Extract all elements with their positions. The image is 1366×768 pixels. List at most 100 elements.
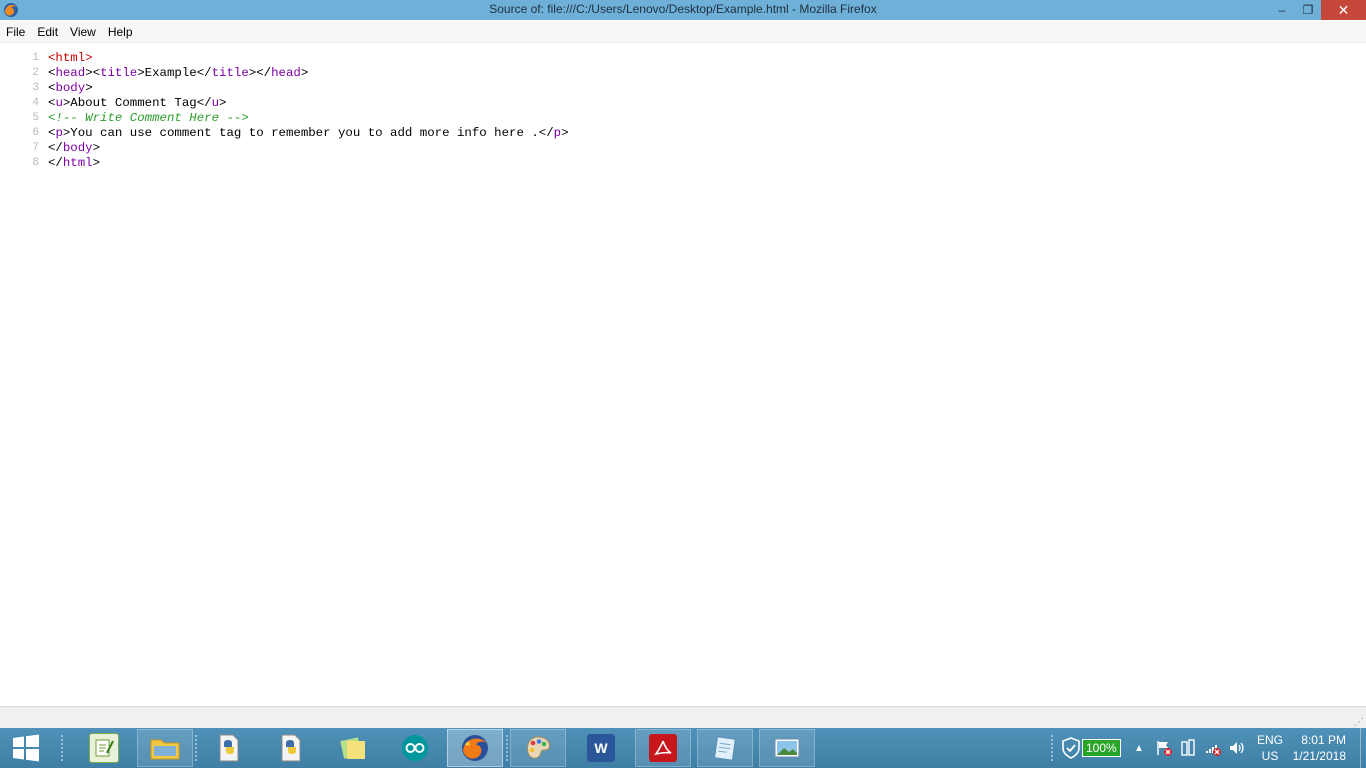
taskbar-paint[interactable] [510, 729, 566, 767]
code-token: <!-- Write Comment Here --> [48, 111, 249, 125]
sticky-notes-icon [340, 737, 365, 759]
code-token: u [55, 96, 63, 110]
line-number: 1 [32, 52, 39, 64]
line-code: <!-- Write Comment Here --> [48, 111, 249, 126]
windows-logo-icon [13, 734, 39, 762]
minimize-button[interactable]: – [1269, 0, 1295, 20]
usb-device-icon[interactable] [1180, 728, 1196, 768]
code-token: >Example</ [137, 66, 212, 80]
line-code: <head><title>Example</title></head> [48, 66, 308, 81]
taskbar-acrobat[interactable] [635, 729, 691, 767]
code-token: title [100, 66, 138, 80]
line-number: 7 [32, 142, 39, 154]
menu-help[interactable]: Help [102, 25, 139, 39]
source-line: 4 <u>About Comment Tag</u> [0, 96, 1366, 111]
taskbar-sticky-notes[interactable] [325, 729, 381, 767]
source-line: 2 <head><title>Example</title></head> [0, 66, 1366, 81]
word-icon: W [587, 734, 615, 762]
source-line: 5 <!-- Write Comment Here --> [0, 111, 1366, 126]
code-token: >You can use comment tag to remember you… [62, 126, 554, 140]
code-token: p [553, 126, 562, 140]
taskbar-python-1[interactable] [201, 729, 257, 767]
battery-indicator[interactable]: 100% [1082, 728, 1121, 768]
language-indicator[interactable]: ENG US [1256, 728, 1284, 768]
clock-time: 8:01 PM [1301, 733, 1346, 747]
line-number: 3 [32, 82, 39, 94]
word-icon-letter: W [594, 740, 608, 756]
taskbar-photos[interactable] [759, 729, 815, 767]
region-code: US [1261, 749, 1279, 763]
python-file-icon [281, 734, 301, 762]
line-number: 6 [32, 127, 39, 139]
source-line: 7 </body> [0, 141, 1366, 156]
flag-error-icon[interactable] [1155, 728, 1173, 768]
battery-shield[interactable] [1062, 728, 1080, 768]
menu-file[interactable]: File [0, 25, 31, 39]
line-code: </body> [48, 141, 100, 156]
taskbar-word[interactable]: W [573, 729, 629, 767]
title-bar: Source of: file:///C:/Users/Lenovo/Deskt… [0, 0, 1366, 20]
code-token: head [55, 66, 86, 80]
code-token: </ [48, 141, 63, 155]
firefox-icon [462, 735, 488, 761]
close-button[interactable]: ✕ [1321, 0, 1366, 20]
menu-view[interactable]: View [64, 25, 102, 39]
taskbar: W 100% ▲ ENG US 8:01 PM 1/21/2018 [0, 728, 1366, 768]
chevron-up-icon: ▲ [1134, 742, 1144, 754]
code-token: > [92, 156, 101, 170]
code-token: html [62, 156, 93, 170]
source-line: 3 <body> [0, 81, 1366, 96]
source-view[interactable]: 1 <html> 2 <head><title>Example</title></he… [0, 51, 1366, 171]
code-token: > [561, 126, 569, 140]
paint-palette-icon [526, 736, 550, 759]
volume-icon[interactable] [1228, 728, 1246, 768]
line-code: <body> [48, 81, 93, 96]
network-error-icon[interactable] [1204, 728, 1222, 768]
arduino-icon [402, 735, 428, 761]
line-code: <html> [48, 51, 93, 66]
clock-date: 1/21/2018 [1292, 749, 1346, 763]
taskbar-separator [505, 734, 509, 762]
taskbar-python-2[interactable] [263, 729, 319, 767]
code-token: u [211, 96, 220, 110]
code-token: > [300, 66, 309, 80]
menu-edit[interactable]: Edit [31, 25, 64, 39]
notepad-icon [713, 736, 736, 761]
notepad-plus-plus-icon [89, 733, 119, 763]
shield-check-icon [1062, 737, 1080, 759]
language-code: ENG [1256, 733, 1283, 747]
tray-gripper [1050, 734, 1054, 762]
source-line: 1 <html> [0, 51, 1366, 66]
code-token: <html> [48, 51, 93, 65]
show-desktop-button[interactable] [1360, 728, 1366, 768]
taskbar-arduino[interactable] [387, 729, 443, 767]
clock[interactable]: 8:01 PM 1/21/2018 [1292, 728, 1346, 768]
folder-icon [150, 739, 180, 760]
line-number: 8 [32, 157, 39, 169]
line-number: 5 [32, 112, 39, 124]
code-token: head [271, 66, 301, 80]
photo-viewer-icon [774, 738, 800, 758]
taskbar-file-explorer[interactable] [137, 729, 193, 767]
menu-bar: File Edit View Help [0, 21, 1366, 43]
show-hidden-icons-button[interactable]: ▲ [1134, 728, 1144, 768]
line-number: 2 [32, 67, 39, 79]
window-title: Source of: file:///C:/Users/Lenovo/Deskt… [489, 2, 877, 16]
code-token: body [55, 81, 86, 95]
line-number: 4 [32, 97, 39, 109]
start-button[interactable] [0, 729, 52, 767]
acrobat-icon [649, 734, 677, 762]
taskbar-firefox[interactable] [447, 729, 503, 767]
code-token: ></ [248, 66, 272, 80]
python-file-icon [219, 734, 239, 762]
source-line: 6 <p>You can use comment tag to remember … [0, 126, 1366, 141]
taskbar-separator [194, 734, 198, 762]
taskbar-notepadpp[interactable] [76, 729, 132, 767]
resize-grip-icon[interactable]: ⋰ [1354, 717, 1364, 728]
source-line: 8 </html> [0, 156, 1366, 171]
taskbar-notepad[interactable] [697, 729, 753, 767]
restore-button[interactable]: ❐ [1295, 0, 1321, 20]
code-token: > [92, 141, 101, 155]
code-token: >About Comment Tag</ [62, 96, 212, 110]
code-token: >< [85, 66, 101, 80]
